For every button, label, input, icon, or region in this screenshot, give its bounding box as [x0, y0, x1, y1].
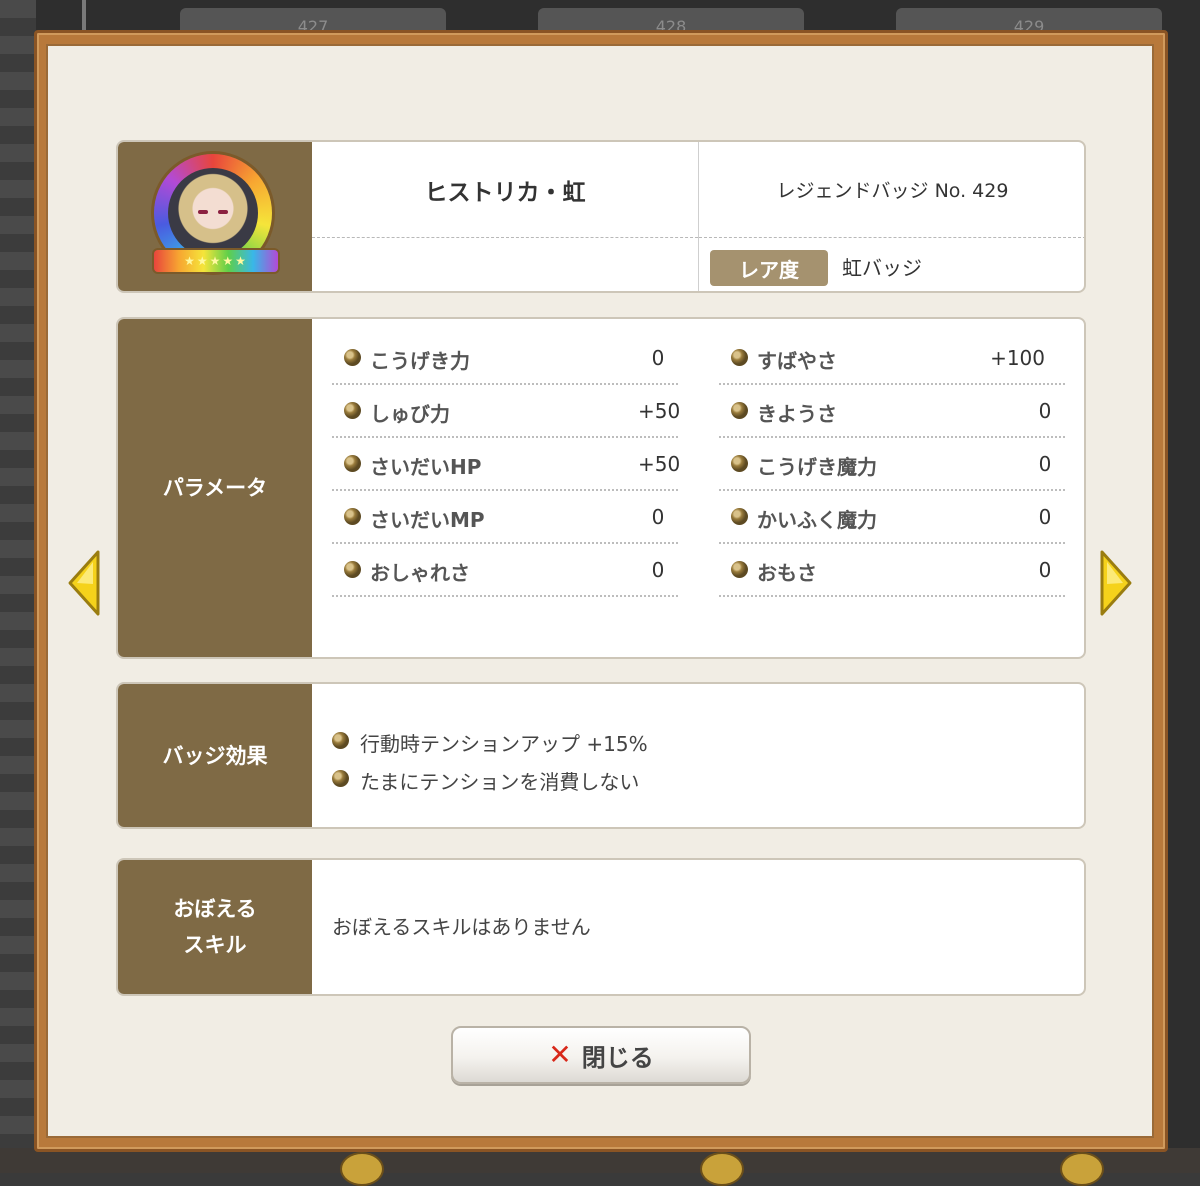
param-value: 0 [1038, 558, 1052, 582]
background-decoration [700, 1152, 744, 1186]
param-value: +100 [990, 346, 1045, 370]
effect-item: たまにテンションを消費しない [332, 766, 639, 795]
effect-item: 行動時テンションアップ +15% [332, 728, 648, 757]
param-label: おしゃれさ [370, 561, 470, 585]
param-label: しゅび力 [370, 402, 450, 426]
param-label: かいふく魔力 [757, 508, 877, 532]
badge-name-blank [312, 238, 698, 291]
param-row: かいふく魔力 0 [719, 492, 1065, 544]
star-ribbon-icon: ★★★★★ [154, 250, 278, 272]
param-row: さいだいMP 0 [332, 492, 678, 544]
param-label: おもさ [757, 561, 817, 585]
param-row: こうげき魔力 0 [719, 439, 1065, 491]
bullet-icon [344, 508, 361, 525]
learnable-skills-section: おぼえる スキル おぼえるスキルはありません [116, 858, 1086, 996]
bullet-icon [344, 455, 361, 472]
eye-icon [198, 210, 208, 214]
param-label: すばやさ [757, 349, 837, 373]
eye-icon [218, 210, 228, 214]
param-row: しゅび力 +50 [332, 386, 681, 438]
param-row: こうげき力 0 [332, 333, 678, 385]
background-decoration [340, 1152, 384, 1186]
parameters-title: パラメータ [118, 319, 312, 657]
bullet-icon [332, 732, 349, 749]
param-label: こうげき魔力 [757, 455, 877, 479]
badge-name: ヒストリカ・虹 [312, 142, 698, 238]
background-pattern [0, 0, 36, 1173]
param-label: さいだいMP [370, 508, 485, 532]
param-value: 0 [651, 558, 665, 582]
rarity-value: 虹バッジ [842, 256, 922, 280]
bullet-icon [344, 402, 361, 419]
bullet-icon [731, 561, 748, 578]
skills-title-line1: おぼえる [173, 897, 257, 921]
parameters-section: パラメータ こうげき力 0 しゅび力 +50 さいだいHP +50 さいだいMP… [116, 317, 1086, 659]
background-decoration [1060, 1152, 1104, 1186]
character-portrait-icon [168, 168, 258, 258]
badge-header: ★★★★★ ヒストリカ・虹 レジェンドバッジ No. 429 レア度 虹バッジ [116, 140, 1086, 293]
close-button[interactable]: ✕ 閉じる [451, 1026, 751, 1084]
next-badge-arrow-icon[interactable] [1098, 548, 1134, 618]
badge-avatar-area: ★★★★★ [118, 142, 312, 291]
badge-effects-title: バッジ効果 [118, 684, 312, 827]
bullet-icon [344, 561, 361, 578]
skills-title-line2: スキル [183, 933, 247, 957]
close-icon: ✕ [548, 1038, 572, 1071]
param-value: 0 [1038, 452, 1052, 476]
param-value: 0 [651, 346, 665, 370]
param-value: +50 [638, 452, 681, 476]
param-value: 0 [651, 505, 665, 529]
badge-effects-section: バッジ効果 行動時テンションアップ +15% たまにテンションを消費しない [116, 682, 1086, 829]
rarity-label: レア度 [710, 250, 828, 286]
param-row: おもさ 0 [719, 545, 1065, 597]
bullet-icon [344, 349, 361, 366]
effect-text: たまにテンションを消費しない [360, 770, 640, 794]
learnable-skills-title: おぼえる スキル [118, 860, 312, 994]
param-label: さいだいHP [370, 455, 482, 479]
no-skills-text: おぼえるスキルはありません [332, 915, 591, 939]
param-value: 0 [1038, 399, 1052, 423]
param-label: きようさ [757, 402, 837, 426]
bullet-icon [731, 349, 748, 366]
param-value: 0 [1038, 505, 1052, 529]
param-row: おしゃれさ 0 [332, 545, 678, 597]
bullet-icon [332, 770, 349, 787]
prev-badge-arrow-icon[interactable] [66, 548, 102, 618]
param-label: こうげき力 [370, 349, 470, 373]
bullet-icon [731, 455, 748, 472]
close-button-label: 閉じる [581, 1043, 654, 1072]
param-row: すばやさ +100 [719, 333, 1065, 385]
param-row: きようさ 0 [719, 386, 1065, 438]
param-value: +50 [638, 399, 681, 423]
effect-text: 行動時テンションアップ +15% [360, 732, 648, 756]
bullet-icon [731, 508, 748, 525]
badge-avatar: ★★★★★ [154, 154, 278, 278]
param-row: さいだいHP +50 [332, 439, 681, 491]
bullet-icon [731, 402, 748, 419]
badge-number: レジェンドバッジ No. 429 [699, 142, 1084, 238]
